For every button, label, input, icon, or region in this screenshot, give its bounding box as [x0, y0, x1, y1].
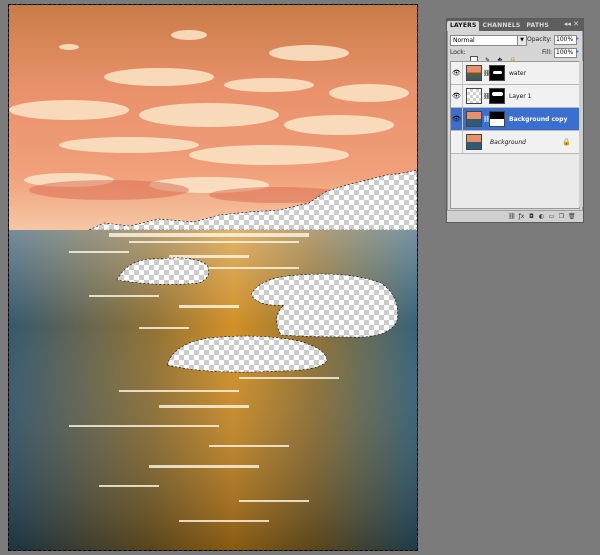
canvas-image [9, 5, 417, 550]
lock-icon: 🔒 [562, 138, 571, 146]
opacity-label: Opacity: [527, 36, 552, 43]
layer-name: Background copy [509, 115, 568, 123]
layer-name: Background [490, 138, 526, 146]
layer-thumbnail [466, 134, 482, 150]
lock-label: Lock: [450, 49, 466, 56]
layer-name: water [509, 69, 527, 77]
layer-thumbnail [466, 88, 482, 104]
trash-icon[interactable]: 🗑 [568, 213, 576, 220]
layer-row-layer-1[interactable]: 👁 ⛓ Layer 1 [451, 85, 579, 108]
layer-mask-thumbnail [489, 111, 505, 127]
blend-mode-select[interactable]: Normal ▼ [450, 35, 527, 46]
eye-icon[interactable]: 👁 [451, 108, 463, 130]
tab-paths[interactable]: PATHS [523, 21, 551, 31]
chain-link-icon[interactable]: ⛓ [483, 93, 491, 100]
tab-layers[interactable]: LAYERS [447, 21, 480, 31]
fill-label: Fill: [542, 49, 553, 56]
panel-tabs: LAYERS CHANNELS PATHS ◂◂ ✕ [447, 19, 583, 31]
layer-row-background-copy[interactable]: 👁 ⛓ Background copy [451, 108, 579, 131]
chevron-down-icon: ▼ [517, 36, 526, 45]
layers-scrollbar[interactable] [579, 61, 583, 207]
opacity-arrow-icon[interactable]: ▸ [576, 35, 581, 43]
chain-link-icon[interactable]: ⛓ [483, 116, 491, 123]
opacity-field[interactable]: 100% [554, 35, 577, 45]
fill-field[interactable]: 100% [554, 48, 577, 58]
visibility-toggle[interactable]: · [451, 131, 463, 153]
layers-list: 👁 ⛓ water 👁 ⛓ Layer 1 👁 ⛓ Background cop… [450, 61, 580, 209]
panel-collapse-close-icons[interactable]: ◂◂ ✕ [564, 20, 579, 28]
panel-footer: ⛓ ƒx ◘ ◐ ▭ ❐ 🗑 [447, 210, 583, 222]
document-canvas[interactable] [8, 4, 418, 551]
layer-mask-thumbnail [489, 65, 505, 81]
layer-mask-thumbnail [489, 88, 505, 104]
adjustment-icon[interactable]: ◐ [538, 213, 545, 220]
layer-thumbnail [466, 111, 482, 127]
layer-name: Layer 1 [509, 92, 532, 100]
fx-icon[interactable]: ƒx [518, 213, 525, 220]
layer-thumbnail [466, 65, 482, 81]
layer-row-background[interactable]: · Background 🔒 [451, 131, 579, 154]
new-layer-icon[interactable]: ❐ [558, 213, 565, 220]
mask-icon[interactable]: ◘ [528, 213, 535, 220]
link-icon[interactable]: ⛓ [508, 213, 516, 220]
layer-row-water[interactable]: 👁 ⛓ water [451, 62, 579, 85]
blend-mode-value: Normal [453, 37, 475, 44]
chain-link-icon[interactable]: ⛓ [483, 70, 491, 77]
layers-panel: LAYERS CHANNELS PATHS ◂◂ ✕ Normal ▼ Opac… [446, 18, 584, 223]
eye-icon[interactable]: 👁 [451, 62, 463, 84]
tab-channels[interactable]: CHANNELS [479, 21, 523, 31]
group-icon[interactable]: ▭ [548, 213, 555, 220]
eye-icon[interactable]: 👁 [451, 85, 463, 107]
fill-arrow-icon[interactable]: ▸ [576, 48, 581, 56]
